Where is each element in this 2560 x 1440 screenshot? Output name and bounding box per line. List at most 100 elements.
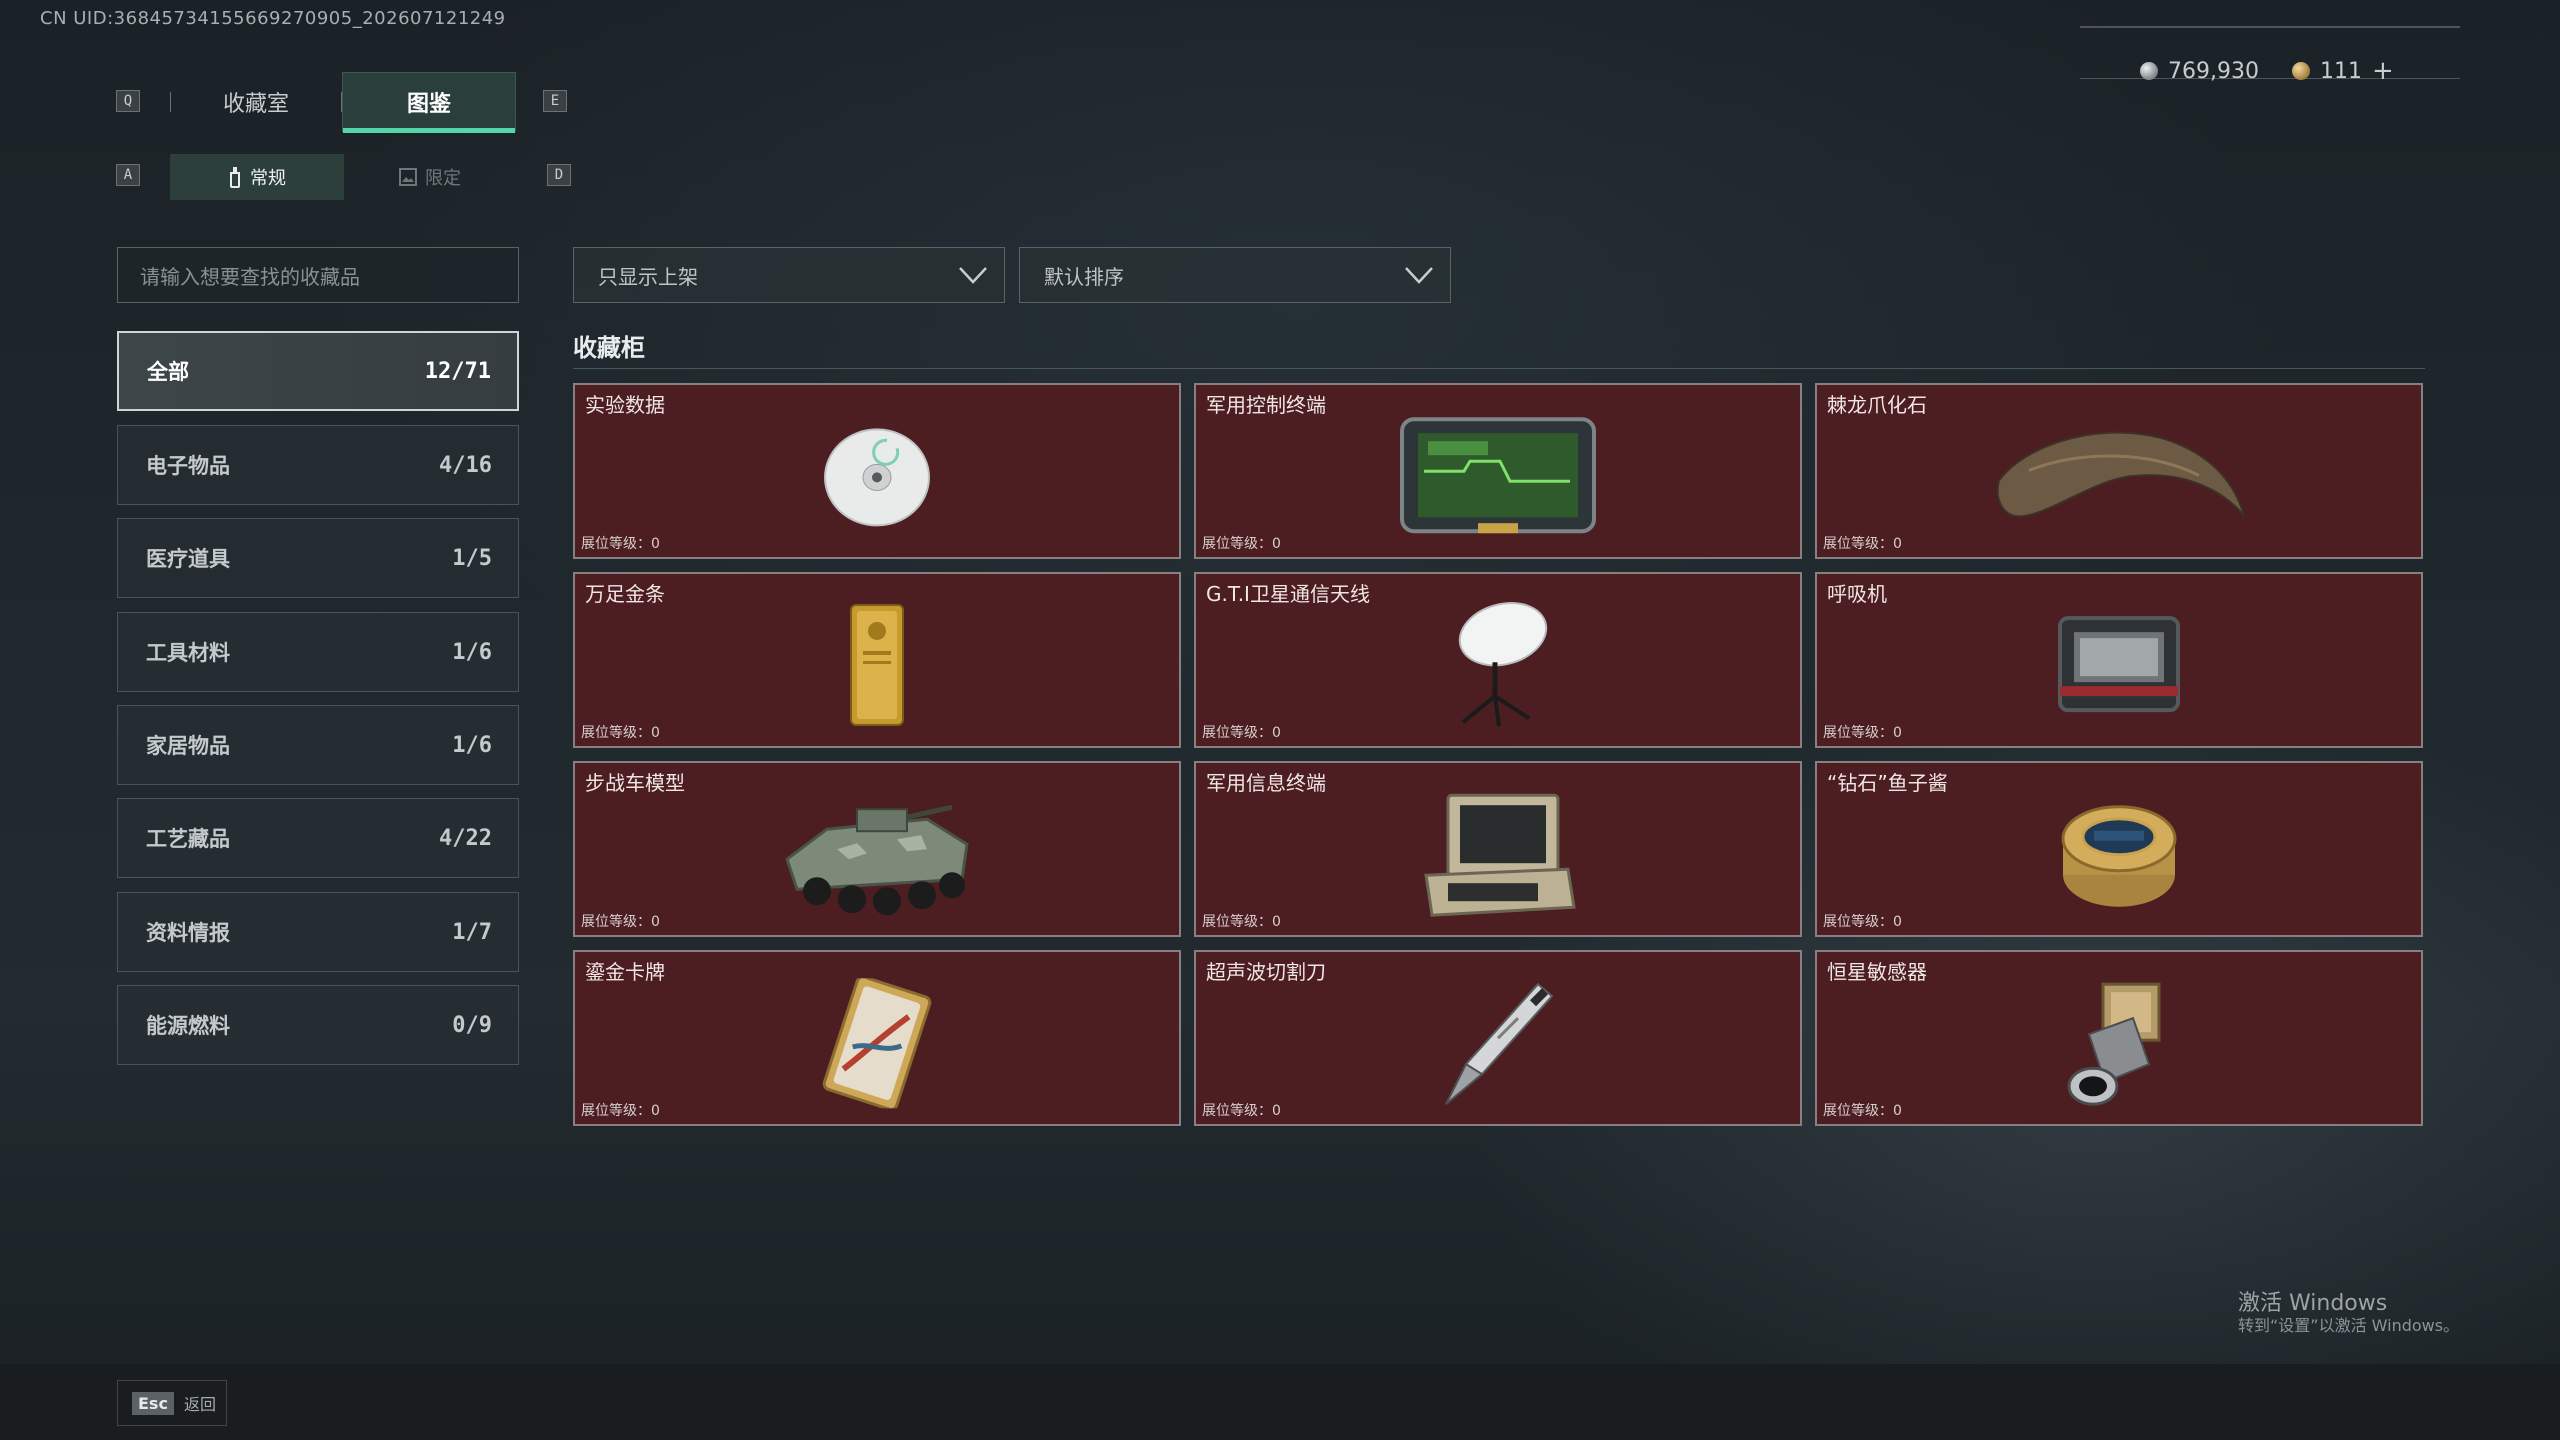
ifv-model-icon [785,804,969,916]
category-crafts[interactable]: 工艺藏品 4/22 [117,798,519,878]
chevron-down-icon [959,267,987,284]
category-count: 12/71 [424,358,491,384]
collection-card[interactable]: G.T.I卫星通信天线 展位等级：0 [1194,572,1802,748]
search-input[interactable]: 请输入想要查找的收藏品 [117,247,519,303]
back-label: 返回 [183,1395,216,1414]
item-level: 展位等级：0 [1202,914,1281,930]
collection-card[interactable]: 实验数据 展位等级：0 [573,383,1181,559]
back-button[interactable]: Esc 返回 [117,1380,227,1426]
ultrasonic-knife-icon [1445,982,1554,1105]
item-name: 恒星敏感器 [1827,960,1927,984]
shelf-filter-value: 只显示上架 [598,264,698,289]
disc-icon [824,428,930,527]
windows-activation-hint: 转到“设置”以激活 Windows。 [2238,1316,2460,1335]
category-count: 0/9 [452,1012,492,1038]
shelf-filter-dropdown[interactable]: 只显示上架 [573,247,1005,303]
subtab-limited-label: 限定 [425,168,461,189]
item-level: 展位等级：0 [581,1103,660,1119]
collection-card[interactable]: 军用信息终端 展位等级：0 [1194,761,1802,937]
item-name: 步战车模型 [585,771,685,795]
collection-card[interactable]: “钻石”鱼子酱 展位等级：0 [1815,761,2423,937]
item-name: “钻石”鱼子酱 [1827,771,1948,795]
item-name: 超声波切割刀 [1206,960,1326,984]
section-divider [573,368,2425,369]
category-count: 1/6 [452,639,492,665]
ventilator-icon [2058,616,2180,713]
collection-card[interactable]: 军用控制终端 展位等级：0 [1194,383,1802,559]
decor-line [2080,78,2460,79]
item-level: 展位等级：0 [581,536,660,552]
key-hint-a: A [116,164,140,186]
category-all[interactable]: 全部 12/71 [117,331,519,411]
category-count: 1/7 [452,919,492,945]
item-level: 展位等级：0 [1202,536,1281,552]
uid-label: CN UID:36845734155669270905_202607121249 [40,8,506,29]
sort-dropdown[interactable]: 默认排序 [1019,247,1451,303]
tab-collection-room[interactable]: 收藏室 [170,72,342,132]
category-household[interactable]: 家居物品 1/6 [117,705,519,785]
item-name: 万足金条 [585,582,665,606]
footer-bar [0,1364,2560,1440]
collection-card[interactable]: 超声波切割刀 展位等级：0 [1194,950,1802,1126]
gold-bar-icon [850,603,904,726]
currency-silver: 769,930 [2140,56,2259,86]
image-icon [399,168,417,186]
subtab-regular-label: 常规 [250,168,286,189]
add-currency-button[interactable]: + [2372,56,2394,86]
item-name: 棘龙爪化石 [1827,393,1927,417]
collection-card[interactable]: 万足金条 展位等级：0 [573,572,1181,748]
item-name: 鎏金卡牌 [585,960,665,984]
collection-card[interactable]: 步战车模型 展位等级：0 [573,761,1181,937]
category-count: 1/5 [452,545,492,571]
item-name: 军用控制终端 [1206,393,1326,417]
terminal-icon [1400,417,1596,534]
item-level: 展位等级：0 [1202,725,1281,741]
gold-coin-icon [2292,62,2310,80]
subtab-limited[interactable]: 限定 [344,154,516,200]
category-label: 电子物品 [146,454,230,478]
gilded-card-icon [822,978,932,1109]
sort-value: 默认排序 [1044,264,1124,289]
collection-card[interactable]: 鎏金卡牌 展位等级：0 [573,950,1181,1126]
item-level: 展位等级：0 [581,914,660,930]
collection-card[interactable]: 呼吸机 展位等级：0 [1815,572,2423,748]
category-intel[interactable]: 资料情报 1/7 [117,892,519,972]
section-title: 收藏柜 [573,334,645,362]
tab-codex[interactable]: 图鉴 [342,72,516,133]
item-name: 军用信息终端 [1206,771,1326,795]
category-tools[interactable]: 工具材料 1/6 [117,612,519,692]
category-label: 全部 [147,360,189,384]
item-name: 呼吸机 [1827,582,1887,606]
item-name: G.T.I卫星通信天线 [1206,582,1370,606]
category-energy[interactable]: 能源燃料 0/9 [117,985,519,1065]
collection-card[interactable]: 棘龙爪化石 展位等级：0 [1815,383,2423,559]
claw-fossil-icon [1996,431,2245,518]
esc-key-hint: Esc [132,1391,174,1415]
category-label: 医疗道具 [146,547,230,571]
silver-amount: 769,930 [2168,58,2259,84]
category-label: 家居物品 [146,734,230,758]
bottle-icon [230,167,240,188]
star-sensor-icon [2067,982,2161,1106]
item-level: 展位等级：0 [1202,1103,1281,1119]
chevron-down-icon [1405,267,1433,284]
subtab-regular[interactable]: 常规 [170,154,344,200]
currency-gold: 111 + [2292,56,2394,86]
item-level: 展位等级：0 [1823,1103,1902,1119]
category-count: 4/22 [439,825,492,851]
category-label: 工艺藏品 [146,827,230,851]
silver-coin-icon [2140,62,2158,80]
key-hint-d: D [547,164,571,186]
caviar-tin-icon [2061,805,2177,907]
category-label: 资料情报 [146,921,230,945]
item-name: 实验数据 [585,393,665,417]
info-terminal-icon [1424,793,1576,917]
satellite-dish-icon [1458,602,1548,727]
category-count: 1/6 [452,732,492,758]
category-electronics[interactable]: 电子物品 4/16 [117,425,519,505]
key-hint-e: E [543,90,567,112]
item-level: 展位等级：0 [581,725,660,741]
category-medical[interactable]: 医疗道具 1/5 [117,518,519,598]
category-label: 能源燃料 [146,1014,230,1038]
collection-card[interactable]: 恒星敏感器 展位等级：0 [1815,950,2423,1126]
